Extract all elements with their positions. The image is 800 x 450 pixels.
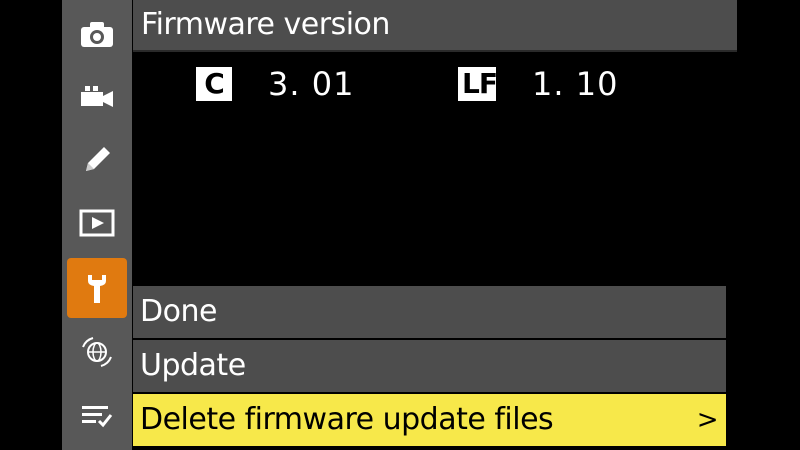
sidebar [62,0,132,450]
firmware-lf-badge: LF [458,67,498,101]
menu-item-label: Update [140,348,246,383]
page-title: Firmware version [133,0,737,52]
menu-item-delete-firmware-update-files[interactable]: Delete firmware update files > [133,394,726,446]
camera-icon [81,22,113,47]
sidebar-item-custom-settings[interactable] [66,132,128,188]
sidebar-item-setup[interactable] [67,258,127,318]
menu-item-done[interactable]: Done [133,286,726,338]
sidebar-item-network[interactable] [66,324,128,380]
movie-icon [81,86,113,107]
menu-item-label: Delete firmware update files [140,402,554,437]
firmware-lf-row: LF 1. 10 [458,64,618,104]
firmware-c-row: C 3. 01 [196,64,354,104]
chevron-right-icon: > [696,405,719,435]
firmware-c-version: 3. 01 [268,65,355,103]
network-icon [82,337,112,367]
sidebar-item-movie-shooting[interactable] [66,69,128,125]
my-menu-icon [82,406,113,428]
menu-item-label: Done [140,294,217,329]
firmware-lf-version: 1. 10 [532,65,619,103]
sidebar-item-photo-shooting[interactable] [66,6,128,62]
wrench-icon [88,275,106,303]
playback-icon [79,209,115,237]
firmware-c-badge: C [196,67,232,101]
pencil-icon [86,147,110,171]
sidebar-item-my-menu[interactable] [66,388,128,444]
menu-item-update[interactable]: Update [133,340,726,392]
sidebar-item-playback[interactable] [66,195,128,251]
